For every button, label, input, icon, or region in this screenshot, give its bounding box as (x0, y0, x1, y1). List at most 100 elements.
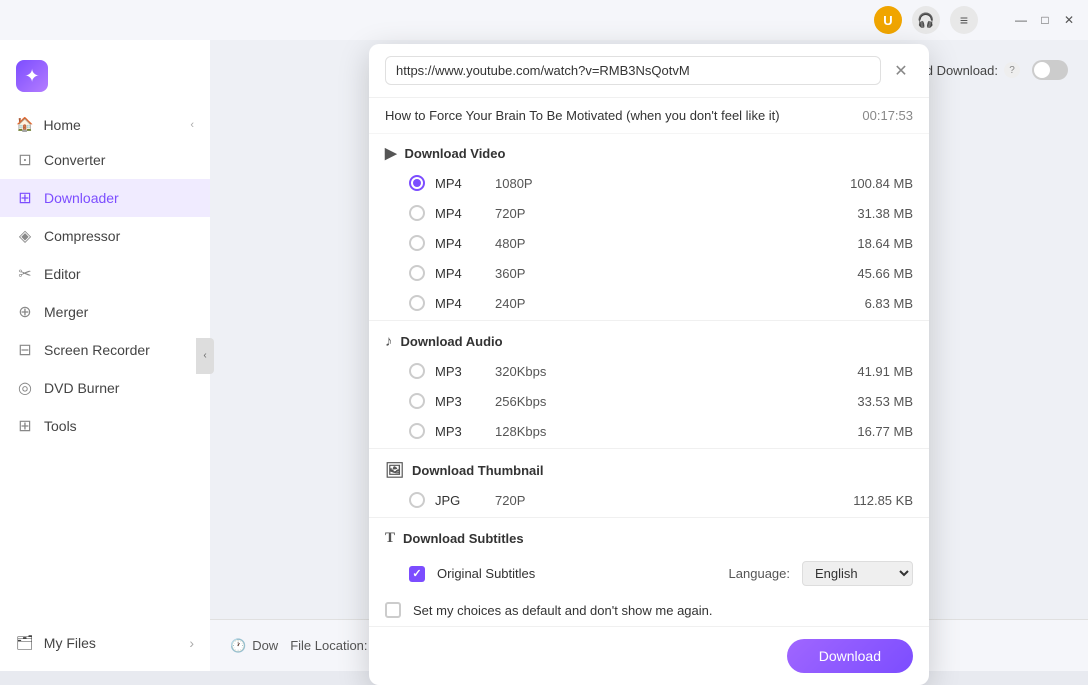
format-quality-256kbps: 256Kbps (495, 394, 823, 409)
my-files-label: My Files (44, 635, 96, 651)
sep-1 (369, 320, 929, 321)
title-bar-controls: U 🎧 ≡ — □ ✕ (874, 6, 1076, 34)
subtitles-section-label: Download Subtitles (403, 531, 524, 546)
dvd-burner-label: DVD Burner (44, 380, 119, 396)
compressor-icon: ◈ (16, 227, 34, 245)
home-label: Home (43, 117, 80, 133)
default-row: Set my choices as default and don't show… (369, 594, 929, 626)
language-select[interactable]: English Spanish French German Japanese (802, 561, 913, 586)
sidebar-item-downloader[interactable]: ⊞ Downloader (0, 179, 210, 217)
modal-overlay: ✕ How to Force Your Brain To Be Motivate… (210, 40, 1088, 671)
format-row-jpg[interactable]: JPG 720P 112.85 KB (369, 485, 929, 515)
subtitles-section-header: T Download Subtitles (369, 520, 929, 553)
format-name-jpg: JPG (435, 493, 485, 508)
format-quality-128kbps: 128Kbps (495, 424, 823, 439)
user-avatar[interactable]: U (874, 6, 902, 34)
format-row-mp4-240p[interactable]: MP4 240P 6.83 MB (369, 288, 929, 318)
format-name-mp3-128: MP3 (435, 424, 485, 439)
sidebar-item-home[interactable]: 🏠 Home ‹ (0, 108, 210, 141)
format-name-mp4-1080p: MP4 (435, 176, 485, 191)
downloader-label: Downloader (44, 190, 119, 206)
format-name-mp4-480p: MP4 (435, 236, 485, 251)
url-bar: ✕ (369, 44, 929, 98)
editor-icon: ✂ (16, 265, 34, 283)
format-size-480p: 18.64 MB (833, 236, 913, 251)
sidebar-item-dvd-burner[interactable]: ◎ DVD Burner (0, 369, 210, 407)
format-name-mp3-320: MP3 (435, 364, 485, 379)
merger-icon: ⊕ (16, 303, 34, 321)
minimize-button[interactable]: — (1014, 13, 1028, 27)
video-section-header: ▶ Download Video (369, 134, 929, 168)
format-quality-jpg: 720P (495, 493, 823, 508)
radio-mp4-480p[interactable] (409, 235, 425, 251)
radio-mp3-128[interactable] (409, 423, 425, 439)
radio-mp3-320[interactable] (409, 363, 425, 379)
app-container: ✦ 🏠 Home ‹ ⊡ Converter ⊞ Downloader ◈ Co… (0, 40, 1088, 671)
radio-mp3-256[interactable] (409, 393, 425, 409)
thumbnail-section-label: Download Thumbnail (412, 463, 543, 478)
radio-jpg[interactable] (409, 492, 425, 508)
video-duration: 00:17:53 (862, 108, 913, 123)
maximize-button[interactable]: □ (1038, 13, 1052, 27)
format-size-128kbps: 16.77 MB (833, 424, 913, 439)
format-quality-720p: 720P (495, 206, 823, 221)
sidebar-item-converter[interactable]: ⊡ Converter (0, 141, 210, 179)
menu-icon[interactable]: ≡ (950, 6, 978, 34)
format-row-mp3-128[interactable]: MP3 128Kbps 16.77 MB (369, 416, 929, 446)
sidebar-item-screen-recorder[interactable]: ⊟ Screen Recorder (0, 331, 210, 369)
merger-label: Merger (44, 304, 88, 320)
format-size-jpg: 112.85 KB (833, 493, 913, 508)
format-quality-240p: 240P (495, 296, 823, 311)
tools-icon: ⊞ (16, 417, 34, 435)
radio-mp4-720p[interactable] (409, 205, 425, 221)
radio-mp4-360p[interactable] (409, 265, 425, 281)
download-modal: ✕ How to Force Your Brain To Be Motivate… (369, 44, 929, 685)
sidebar-item-merger[interactable]: ⊕ Merger (0, 293, 210, 331)
home-chevron: ‹ (190, 119, 194, 131)
default-checkbox[interactable] (385, 602, 401, 618)
radio-mp4-240p[interactable] (409, 295, 425, 311)
home-icon: 🏠 (16, 116, 33, 133)
format-row-mp4-480p[interactable]: MP4 480P 18.64 MB (369, 228, 929, 258)
format-size-320kbps: 41.91 MB (833, 364, 913, 379)
radio-mp4-1080p[interactable] (409, 175, 425, 191)
modal-close-button[interactable]: ✕ (889, 59, 913, 83)
title-bar: U 🎧 ≡ — □ ✕ (0, 0, 1088, 40)
original-subtitles-checkbox[interactable]: ✓ (409, 566, 425, 582)
format-row-mp4-720p[interactable]: MP4 720P 31.38 MB (369, 198, 929, 228)
sidebar-item-editor[interactable]: ✂ Editor (0, 255, 210, 293)
converter-icon: ⊡ (16, 151, 34, 169)
editor-label: Editor (44, 266, 81, 282)
format-row-mp3-320[interactable]: MP3 320Kbps 41.91 MB (369, 356, 929, 386)
headset-icon[interactable]: 🎧 (912, 6, 940, 34)
format-name-mp3-256: MP3 (435, 394, 485, 409)
format-size-256kbps: 33.53 MB (833, 394, 913, 409)
format-row-mp4-360p[interactable]: MP4 360P 45.66 MB (369, 258, 929, 288)
download-button[interactable]: Download (787, 639, 913, 673)
sep-2 (369, 448, 929, 449)
format-name-mp4-240p: MP4 (435, 296, 485, 311)
original-subtitles-label: Original Subtitles (437, 566, 717, 581)
format-quality-320kbps: 320Kbps (495, 364, 823, 379)
format-size-360p: 45.66 MB (833, 266, 913, 281)
sidebar-logo[interactable]: ✦ (0, 50, 210, 108)
sidebar-item-compressor[interactable]: ◈ Compressor (0, 217, 210, 255)
format-row-mp3-256[interactable]: MP3 256Kbps 33.53 MB (369, 386, 929, 416)
thumbnail-section-icon: 🖼 (385, 461, 404, 479)
modal-footer: Download (369, 626, 929, 685)
sidebar-item-tools[interactable]: ⊞ Tools (0, 407, 210, 445)
format-row-mp4-1080p[interactable]: MP4 1080P 100.84 MB (369, 168, 929, 198)
checkbox-check-icon: ✓ (412, 567, 421, 580)
sidebar-item-my-files[interactable]: 🗂 My Files › (0, 624, 210, 661)
format-name-mp4-720p: MP4 (435, 206, 485, 221)
subtitles-section-icon: T (385, 530, 395, 547)
format-size-240p: 6.83 MB (833, 296, 913, 311)
subtitles-row: ✓ Original Subtitles Language: English S… (369, 553, 929, 594)
video-section-label: Download Video (405, 146, 506, 161)
dvd-burner-icon: ◎ (16, 379, 34, 397)
format-size-1080p: 100.84 MB (833, 176, 913, 191)
url-input[interactable] (385, 56, 881, 85)
screen-recorder-icon: ⊟ (16, 341, 34, 359)
video-title: How to Force Your Brain To Be Motivated … (385, 108, 862, 123)
close-button[interactable]: ✕ (1062, 13, 1076, 27)
